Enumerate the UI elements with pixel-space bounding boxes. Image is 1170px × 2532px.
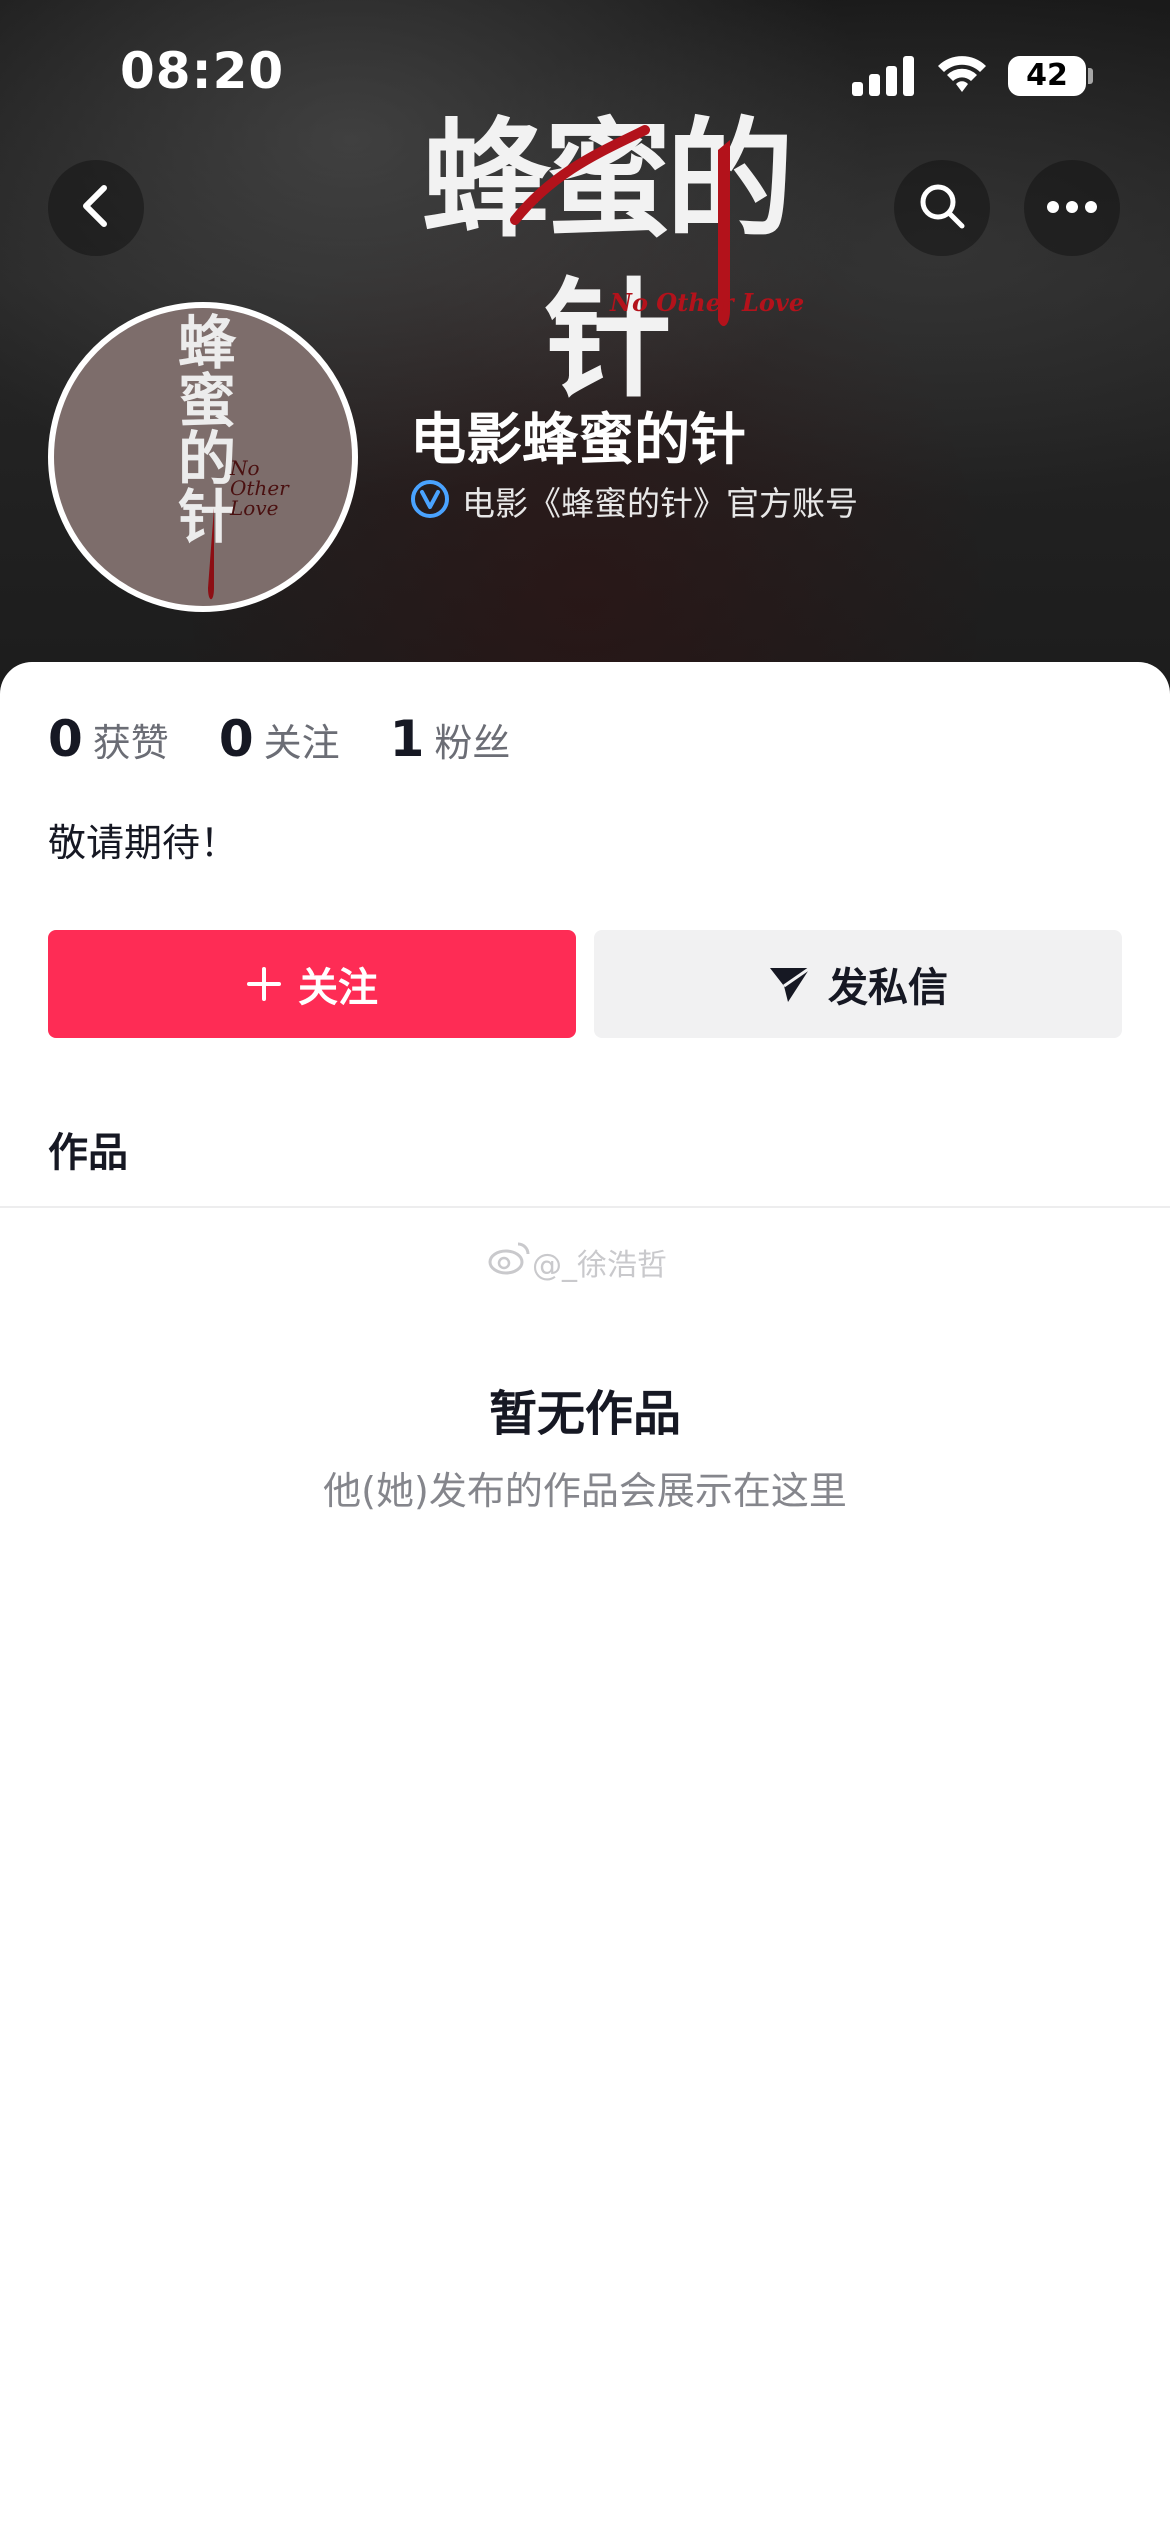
watermark-text: @_徐浩哲	[532, 1248, 667, 1283]
message-button[interactable]: 发私信	[594, 930, 1122, 1038]
stat-likes-label: 获赞	[92, 721, 169, 765]
verified-line: 电影《蜂蜜的针》官方账号	[410, 478, 858, 524]
battery-icon: 42	[1008, 56, 1086, 96]
search-icon	[916, 180, 968, 236]
tab-works[interactable]: 作品	[48, 1120, 128, 1178]
wifi-icon	[936, 50, 988, 96]
empty-state-subtitle: 他(她)发布的作品会展示在这里	[323, 1469, 847, 1513]
profile-card: 0 获赞 0 关注 1 粉丝 敬请期待！ 关注 发私信 作品 @_徐浩哲 暂无作…	[0, 662, 1170, 2532]
avatar[interactable]: 蜂蜜的针 No Other Love	[48, 302, 358, 612]
stat-followers[interactable]: 1 粉丝	[390, 710, 511, 768]
stat-followers-label: 粉丝	[434, 721, 511, 765]
back-button[interactable]	[48, 160, 144, 256]
avatar-drip-decoration	[208, 508, 214, 600]
logo-subtitle: No Other Love	[610, 288, 805, 317]
search-button[interactable]	[894, 160, 990, 256]
battery-level: 42	[1026, 58, 1068, 93]
verified-badge-icon	[410, 479, 450, 523]
paper-plane-icon	[768, 964, 812, 1004]
cellular-signal-icon	[852, 56, 916, 96]
message-label: 发私信	[828, 965, 948, 1011]
stat-likes[interactable]: 0 获赞	[48, 710, 169, 768]
verified-text: 电影《蜂蜜的针》官方账号	[462, 484, 858, 523]
more-horizontal-icon	[1046, 199, 1098, 218]
avatar-subtitle: No Other Love	[230, 456, 289, 520]
tab-divider	[0, 1206, 1170, 1208]
status-time: 08:20	[120, 42, 285, 100]
stat-likes-value: 0	[48, 710, 83, 768]
chevron-left-icon	[76, 184, 116, 232]
profile-name: 电影蜂蜜的针	[410, 408, 746, 473]
stat-following[interactable]: 0 关注	[219, 710, 340, 768]
stat-followers-value: 1	[389, 710, 425, 768]
plus-icon	[246, 966, 282, 1002]
profile-header: 08:20 42 蜂蜜的针 No Other Love 蜂蜜的针 No Othe…	[0, 0, 1170, 700]
stat-following-label: 关注	[263, 721, 340, 765]
profile-stats: 0 获赞 0 关注 1 粉丝	[48, 710, 560, 770]
empty-state-title: 暂无作品	[488, 1386, 681, 1442]
weibo-watermark: @_徐浩哲	[488, 1240, 667, 1284]
follow-button[interactable]: 关注	[48, 930, 576, 1038]
stat-following-value: 0	[218, 710, 254, 768]
film-logo: 蜂蜜的针 No Other Love	[370, 100, 840, 415]
more-options-button[interactable]	[1024, 160, 1120, 256]
weibo-icon	[488, 1240, 532, 1284]
profile-bio: 敬请期待！	[48, 821, 239, 865]
follow-label: 关注	[298, 965, 378, 1011]
battery-cap	[1088, 68, 1093, 84]
